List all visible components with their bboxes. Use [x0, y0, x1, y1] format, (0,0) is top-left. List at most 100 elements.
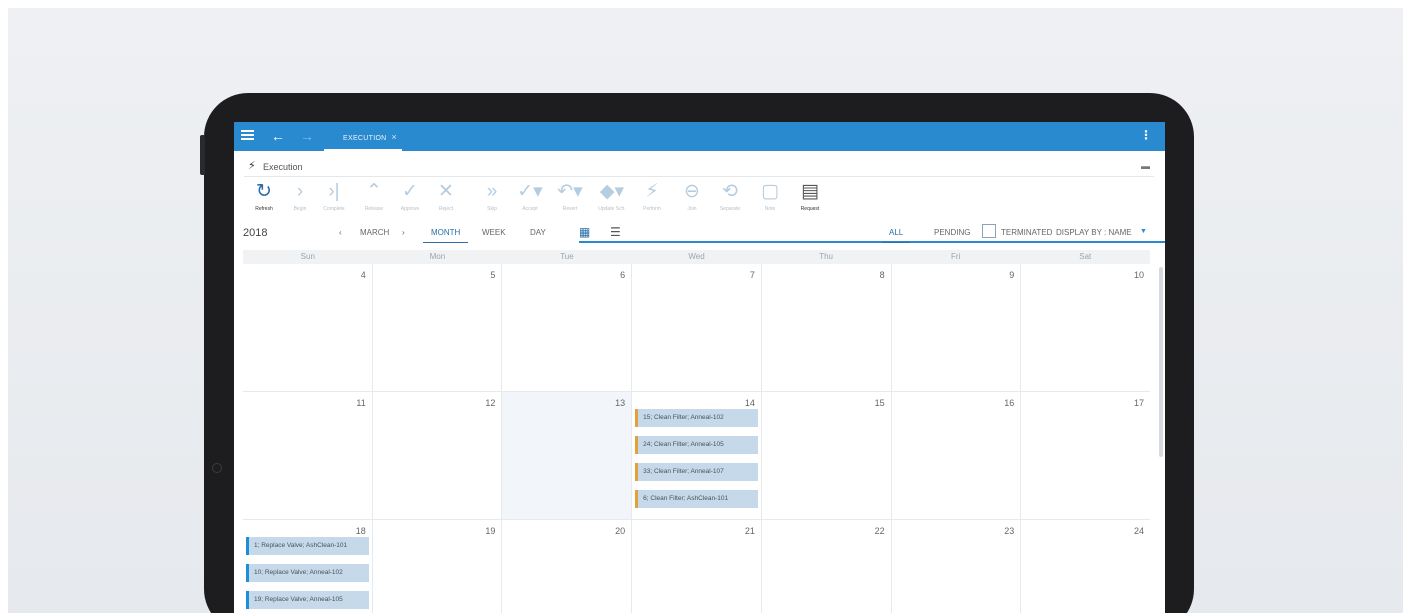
accept-icon: ✓▾ — [517, 181, 543, 202]
day-number: 8 — [879, 270, 885, 280]
day-cell[interactable]: 12 — [372, 392, 503, 520]
revert-icon: ↶▾ — [557, 181, 583, 202]
weekday-label: Sun — [300, 252, 315, 261]
day-number: 24 — [1134, 526, 1145, 536]
day-cell[interactable]: 23 — [891, 520, 1022, 613]
view-month-tab[interactable]: MONTH — [423, 228, 469, 243]
week-row: 11 12 13 14 15; Clean Filter; Anneal-102 24; … — [243, 392, 1151, 520]
skip-label: Skip — [487, 206, 497, 212]
calendar-event[interactable]: 6; Clean Filter; AshClean-101 — [635, 490, 758, 508]
note-icon: ▢ — [761, 181, 779, 202]
day-cell[interactable]: 14 15; Clean Filter; Anneal-102 24; Clean … — [632, 392, 762, 520]
day-number: 14 — [744, 398, 755, 408]
request-button[interactable]: ▤ Request — [790, 180, 830, 218]
refresh-icon: ↻ — [256, 181, 272, 202]
terminated-checkbox[interactable] — [982, 224, 996, 238]
display-by-select[interactable]: DISPLAY BY : NAME — [1056, 228, 1132, 237]
revert-label: Revert — [562, 206, 578, 212]
action-toolbar: ↻ Refresh › Begin ›| Complete ⌃ Release ✓ Approve… — [244, 180, 1154, 218]
note-button[interactable]: ▢ Note — [750, 180, 790, 218]
calendar-controls: 2018 ‹ MARCH › MONTH WEEK DAY ▦ ☰ ALL PE… — [234, 218, 1165, 246]
day-cell[interactable]: 4 — [243, 264, 373, 392]
day-cell[interactable]: 22 — [761, 520, 892, 613]
skip-icon: » — [486, 181, 498, 202]
perform-icon: ⚡ — [645, 181, 659, 202]
day-number: 18 — [355, 526, 366, 536]
accept-button[interactable]: ✓▾ Accept — [510, 180, 550, 218]
filter-pending-tab[interactable]: PENDING — [934, 228, 970, 237]
day-number: 6 — [620, 270, 626, 280]
day-cell[interactable]: 9 — [891, 264, 1022, 392]
weekday-header: Sun Mon Tue Wed Thu Fri Sat — [243, 250, 1150, 264]
week-row: 4 5 6 7 8 9 10 — [243, 264, 1151, 392]
day-cell[interactable]: 21 — [632, 520, 762, 613]
day-cell[interactable]: 18 1; Replace Valve; AshClean-101 10; Repl… — [243, 520, 373, 613]
day-cell[interactable]: 16 — [891, 392, 1022, 520]
day-number: 7 — [749, 270, 755, 280]
complete-button[interactable]: ›| Complete — [314, 180, 354, 218]
refresh-button[interactable]: ↻ Refresh — [244, 180, 284, 218]
day-cell[interactable]: 6 — [502, 264, 633, 392]
day-cell[interactable]: 15 — [761, 392, 892, 520]
filter-all-tab[interactable]: ALL — [882, 228, 911, 243]
tab-execution[interactable]: EXECUTION × — [324, 122, 402, 151]
approve-button[interactable]: ✓ Approve — [390, 180, 430, 218]
back-arrow-icon[interactable]: ← — [271, 128, 285, 144]
day-cell[interactable]: 13 — [502, 392, 633, 520]
calendar-event[interactable]: 33; Clean Filter; Anneal-107 — [635, 463, 758, 481]
calendar-event[interactable]: 19; Replace Valve; Anneal-105 — [246, 591, 369, 609]
day-number: 9 — [1009, 270, 1015, 280]
calendar-event[interactable]: 24; Clean Filter; Anneal-105 — [635, 436, 758, 454]
view-week-tab[interactable]: WEEK — [482, 228, 506, 237]
page-header: ⚡ Execution ▬ — [244, 151, 1154, 177]
page-title: Execution — [263, 162, 303, 172]
more-options-icon[interactable]: ⋮ — [1140, 127, 1152, 143]
approve-icon: ✓ — [402, 181, 418, 202]
day-number: 12 — [485, 398, 496, 408]
release-button[interactable]: ⌃ Release — [354, 180, 394, 218]
reject-icon: ✕ — [438, 181, 454, 202]
day-number: 23 — [1004, 526, 1015, 536]
calendar-event[interactable]: 1; Replace Valve; AshClean-101 — [246, 537, 369, 555]
day-cell[interactable]: 10 — [1021, 264, 1151, 392]
prev-month-button[interactable]: ‹ — [339, 228, 342, 237]
day-cell[interactable]: 7 — [632, 264, 762, 392]
day-cell[interactable]: 5 — [372, 264, 503, 392]
reject-button[interactable]: ✕ Reject — [426, 180, 466, 218]
join-button[interactable]: ⊖ Join — [672, 180, 712, 218]
complete-label: Complete — [323, 206, 345, 212]
next-month-button[interactable]: › — [402, 228, 405, 237]
join-icon: ⊖ — [684, 181, 700, 202]
day-cell[interactable]: 17 — [1021, 392, 1151, 520]
day-number: 11 — [356, 398, 366, 408]
view-day-tab[interactable]: DAY — [530, 228, 546, 237]
day-cell[interactable]: 11 — [243, 392, 373, 520]
tab-close-icon[interactable]: × — [392, 132, 398, 142]
month-calendar: Sun Mon Tue Wed Thu Fri Sat 4 5 6 7 8 9 10 11 12 13 14 15;… — [243, 250, 1151, 613]
list-view-icon[interactable]: ☰ — [610, 225, 621, 239]
day-number: 15 — [874, 398, 885, 408]
calendar-event[interactable]: 15; Clean Filter; Anneal-102 — [635, 409, 758, 427]
day-cell[interactable]: 20 — [502, 520, 633, 613]
separate-label: Separate — [719, 206, 741, 212]
day-cell[interactable]: 24 — [1021, 520, 1151, 613]
day-cell[interactable]: 19 — [372, 520, 503, 613]
revert-button[interactable]: ↶▾ Revert — [550, 180, 590, 218]
chevron-down-icon[interactable]: ▼ — [1140, 228, 1147, 235]
refresh-label: Refresh — [255, 206, 273, 212]
calendar-event[interactable]: 10; Replace Valve; Anneal-102 — [246, 564, 369, 582]
complete-icon: ›| — [328, 181, 340, 202]
perform-button[interactable]: ⚡ Perform — [632, 180, 672, 218]
scrollbar[interactable] — [1159, 267, 1163, 457]
update-sch-button[interactable]: ◆▾ Update Sch. — [592, 180, 632, 218]
accept-label: Accept — [522, 206, 538, 212]
day-number: 5 — [490, 270, 496, 280]
hamburger-menu-icon[interactable] — [241, 128, 255, 142]
separate-button[interactable]: ⟲ Separate — [710, 180, 750, 218]
skip-button[interactable]: » Skip — [472, 180, 512, 218]
forward-arrow-icon[interactable]: → — [300, 128, 314, 144]
request-icon: ▤ — [801, 181, 819, 202]
minimize-icon[interactable]: ▬ — [1141, 161, 1150, 171]
day-cell[interactable]: 8 — [761, 264, 892, 392]
update-sch-label: Update Sch. — [598, 206, 626, 212]
